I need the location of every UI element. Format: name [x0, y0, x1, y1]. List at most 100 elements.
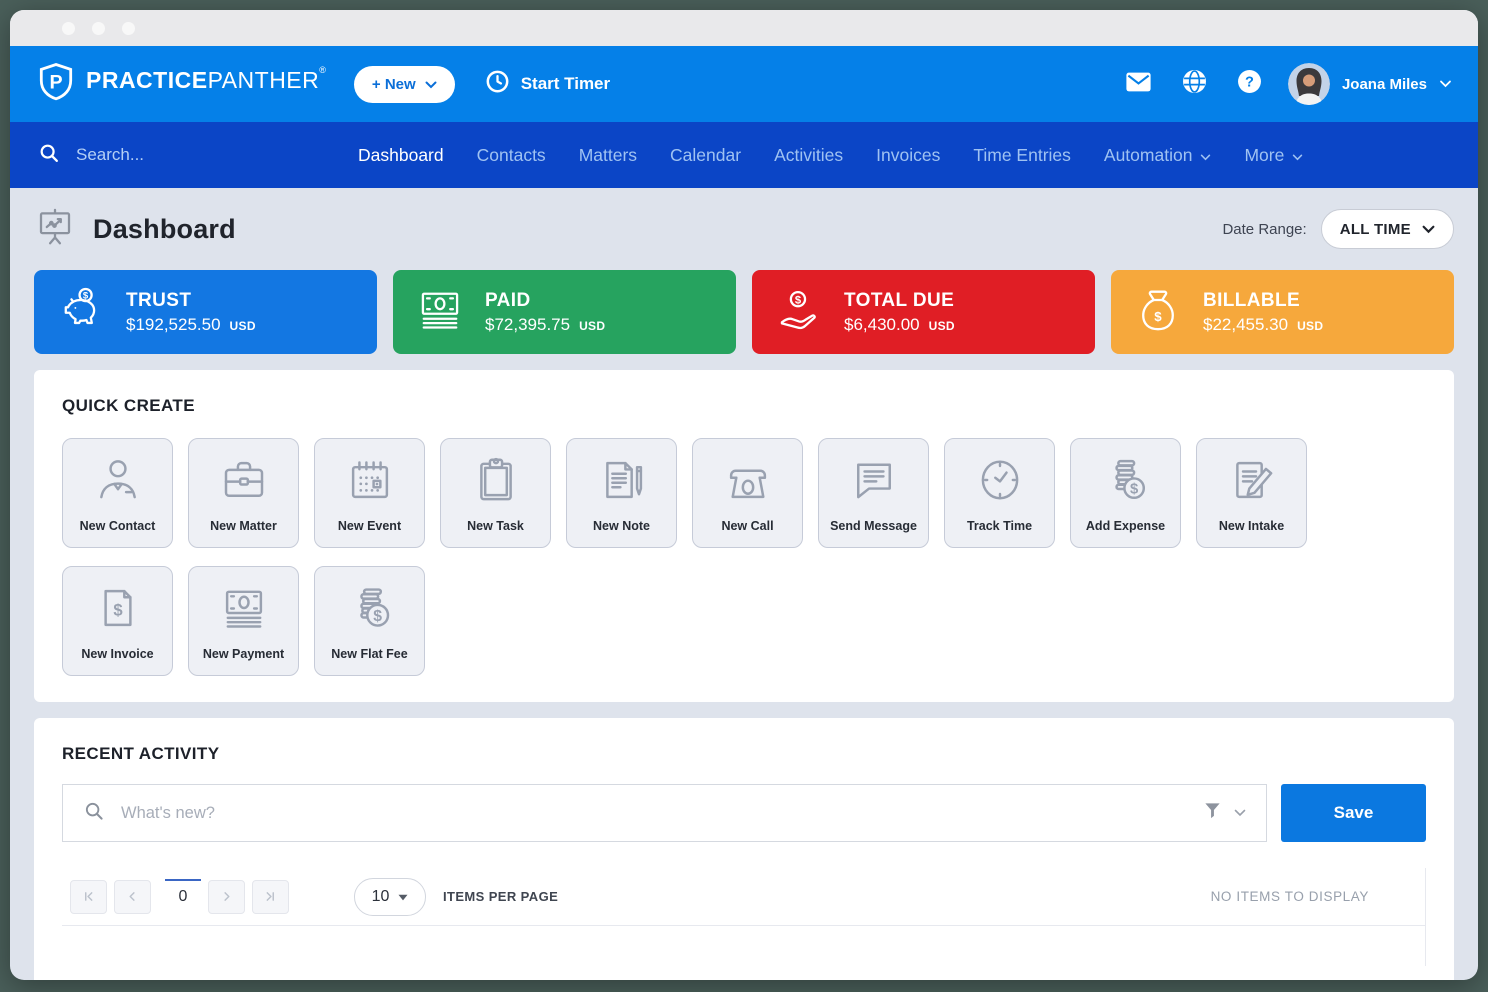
start-timer-button[interactable]: Start Timer	[485, 69, 610, 99]
card-label: TRUST	[126, 290, 256, 312]
current-page-indicator: 0	[160, 888, 206, 906]
invoice-icon: $	[91, 581, 145, 640]
last-page-button[interactable]	[252, 880, 289, 914]
user-menu[interactable]: Joana Miles	[1288, 63, 1452, 105]
main-nav: Dashboard Contacts Matters Calendar Acti…	[10, 122, 1478, 188]
quick-create-panel: QUICK CREATE New Contact	[34, 370, 1454, 702]
quick-create-send-message[interactable]: Send Message	[818, 438, 929, 548]
card-label: PAID	[485, 290, 605, 312]
brand-logo: P PRACTICEPANTHER ®	[36, 61, 326, 108]
quick-create-track-time[interactable]: Track Time	[944, 438, 1055, 548]
mail-icon[interactable]	[1125, 71, 1152, 98]
calendar-icon	[343, 453, 397, 512]
nav-item-more[interactable]: More	[1244, 145, 1303, 166]
window-close-button[interactable]	[62, 22, 75, 35]
hand-coin-icon: $	[774, 285, 824, 340]
search-input[interactable]	[76, 145, 246, 165]
caret-down-icon	[398, 888, 408, 906]
quick-create-new-matter[interactable]: New Matter	[188, 438, 299, 548]
chevron-down-icon	[1292, 145, 1303, 166]
quick-create-new-invoice[interactable]: $ New Invoice	[62, 566, 173, 676]
nav-item-contacts[interactable]: Contacts	[477, 145, 546, 166]
filter-dropdown[interactable]	[1189, 801, 1246, 825]
quick-create-new-contact[interactable]: New Contact	[62, 438, 173, 548]
briefcase-icon	[217, 453, 271, 512]
chevron-down-icon	[1439, 75, 1452, 93]
message-icon	[847, 453, 901, 512]
intake-icon	[1225, 453, 1279, 512]
recent-activity-panel: RECENT ACTIVITY	[34, 718, 1454, 980]
card-label: TOTAL DUE	[844, 290, 955, 312]
activity-search-box[interactable]	[62, 784, 1267, 842]
globe-icon[interactable]	[1182, 69, 1207, 99]
trust-card[interactable]: $ TRUST $192,525.50USD	[34, 270, 377, 354]
empty-state-message: NO ITEMS TO DISPLAY	[1211, 889, 1369, 904]
date-range-dropdown[interactable]: ALL TIME	[1321, 209, 1454, 249]
nav-item-dashboard[interactable]: Dashboard	[358, 145, 444, 166]
nav-item-invoices[interactable]: Invoices	[876, 145, 940, 166]
kpi-cards: $ TRUST $192,525.50USD	[34, 270, 1454, 354]
brand-name: PRACTICEPANTHER	[86, 67, 319, 94]
flat-fee-icon: $	[343, 581, 397, 640]
items-per-page-label: ITEMS PER PAGE	[443, 889, 558, 904]
filter-funnel-icon	[1203, 801, 1222, 825]
billable-card[interactable]: $ BILLABLE $22,455.30USD	[1111, 270, 1454, 354]
svg-text:$: $	[795, 294, 802, 306]
app-header: P PRACTICEPANTHER ® + New Start Timer	[10, 46, 1478, 122]
save-button[interactable]: Save	[1281, 784, 1426, 842]
quick-create-new-event[interactable]: New Event	[314, 438, 425, 548]
quick-create-new-flat-fee[interactable]: $ New Flat Fee	[314, 566, 425, 676]
activity-search-input[interactable]	[121, 804, 1189, 823]
quick-create-heading: QUICK CREATE	[62, 396, 1426, 416]
next-page-button[interactable]	[208, 880, 245, 914]
browser-window: P PRACTICEPANTHER ® + New Start Timer	[10, 10, 1478, 980]
global-search[interactable]	[38, 142, 288, 169]
timer-clock-icon	[485, 69, 510, 99]
chevron-down-icon	[1200, 145, 1211, 166]
window-minimize-button[interactable]	[92, 22, 105, 35]
nav-item-time-entries[interactable]: Time Entries	[973, 145, 1071, 166]
registered-mark: ®	[319, 65, 326, 75]
nav-item-calendar[interactable]: Calendar	[670, 145, 741, 166]
previous-page-button[interactable]	[114, 880, 151, 914]
quick-create-new-payment[interactable]: New Payment	[188, 566, 299, 676]
recent-activity-heading: RECENT ACTIVITY	[62, 744, 1426, 764]
piggy-bank-icon: $	[56, 285, 106, 340]
card-label: BILLABLE	[1203, 290, 1323, 312]
contact-icon	[91, 453, 145, 512]
chevron-down-icon	[1422, 221, 1435, 238]
svg-text:P: P	[49, 71, 62, 93]
dashboard-board-icon	[34, 206, 76, 253]
quick-create-new-call[interactable]: New Call	[692, 438, 803, 548]
pagination-bar: 0 10 ITEMS PER PAGE NO I	[62, 868, 1425, 926]
page-title: Dashboard	[93, 214, 236, 245]
page-content: Dashboard Date Range: ALL TIME $	[10, 188, 1478, 980]
search-icon	[83, 800, 105, 827]
help-icon[interactable]: ?	[1237, 69, 1262, 99]
svg-text:$: $	[1154, 308, 1162, 323]
card-amount: $22,455.30USD	[1203, 315, 1323, 335]
page-size-dropdown[interactable]: 10	[354, 878, 426, 916]
new-button[interactable]: + New	[354, 66, 455, 103]
money-bag-icon: $	[1133, 285, 1183, 340]
svg-text:$: $	[113, 601, 123, 620]
nav-item-matters[interactable]: Matters	[579, 145, 637, 166]
card-amount: $72,395.75USD	[485, 315, 605, 335]
quick-create-new-task[interactable]: New Task	[440, 438, 551, 548]
chevron-down-icon	[425, 76, 437, 93]
window-zoom-button[interactable]	[122, 22, 135, 35]
quick-create-add-expense[interactable]: $ Add Expense	[1070, 438, 1181, 548]
date-range-label: Date Range:	[1222, 221, 1306, 238]
quick-create-new-note[interactable]: New Note	[566, 438, 677, 548]
nav-item-automation[interactable]: Automation	[1104, 145, 1212, 166]
quick-create-new-intake[interactable]: New Intake	[1196, 438, 1307, 548]
chevron-down-icon	[1234, 804, 1246, 822]
empty-table-row	[62, 926, 1425, 966]
nav-item-activities[interactable]: Activities	[774, 145, 843, 166]
total-due-card[interactable]: $ TOTAL DUE $6,430.00USD	[752, 270, 1095, 354]
paid-card[interactable]: PAID $72,395.75USD	[393, 270, 736, 354]
window-titlebar	[10, 10, 1478, 46]
cash-icon	[415, 285, 465, 340]
first-page-button[interactable]	[70, 880, 107, 914]
phone-icon	[721, 453, 775, 512]
